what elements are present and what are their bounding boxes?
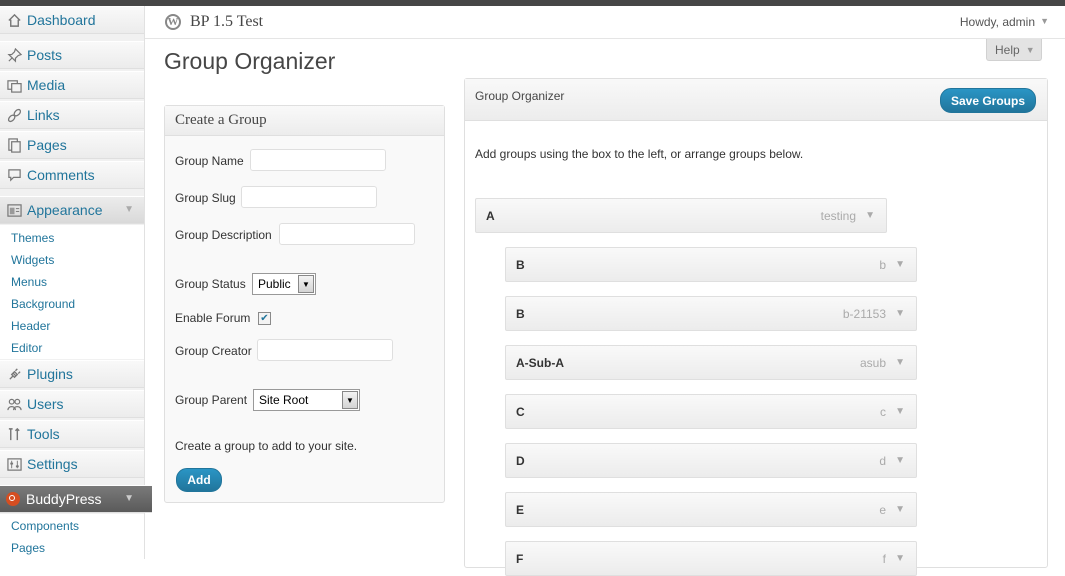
group-parent-value: Site Root	[259, 393, 309, 407]
add-group-button[interactable]: Add	[176, 468, 222, 492]
group-slug-input[interactable]	[241, 186, 377, 208]
group-name: B	[516, 306, 525, 321]
submenu-item-editor[interactable]: Editor	[0, 337, 144, 359]
group-slug: b-21153	[842, 306, 886, 321]
sidebar-item-appearance[interactable]: Appearance ▼	[0, 196, 144, 224]
submenu-item-widgets[interactable]: Widgets	[0, 249, 144, 271]
submenu-item-pages[interactable]: Pages	[0, 537, 144, 559]
dropdown-arrow-icon[interactable]: ▼	[298, 275, 314, 293]
pin-icon	[6, 47, 22, 63]
submenu-item-background[interactable]: Background	[0, 293, 144, 315]
user-menu-arrow-icon[interactable]: ▼	[1040, 16, 1049, 26]
group-row-e[interactable]: E e ▼	[505, 492, 917, 527]
group-name-label: Group Name	[175, 154, 244, 168]
enable-forum-checkbox[interactable]: ✔	[258, 312, 271, 325]
sidebar-item-links[interactable]: Links	[0, 101, 144, 129]
group-row-b-21153[interactable]: B b-21153 ▼	[505, 296, 917, 331]
wordpress-logo-icon: W	[165, 14, 181, 30]
group-parent-select[interactable]: Site Root ▼	[253, 389, 360, 411]
users-icon	[6, 396, 22, 412]
organizer-header: Group Organizer Save Groups	[465, 79, 1047, 121]
sidebar-item-settings[interactable]: Settings	[0, 450, 144, 478]
expand-arrow-icon[interactable]: ▼	[895, 504, 905, 515]
group-parent-label: Group Parent	[175, 393, 248, 407]
settings-icon	[6, 456, 22, 472]
sidebar-item-tools[interactable]: Tools	[0, 420, 144, 448]
expand-arrow-icon[interactable]: ▼	[895, 455, 905, 466]
group-row-b[interactable]: B b ▼	[505, 247, 917, 282]
group-row-c[interactable]: C c ▼	[505, 394, 917, 429]
dashboard-icon	[6, 12, 22, 28]
group-name-input[interactable]	[250, 149, 386, 171]
group-description-label: Group Description	[175, 228, 272, 242]
site-title[interactable]: BP 1.5 Test	[190, 13, 263, 31]
create-group-hint: Create a group to add to your site.	[175, 439, 358, 453]
appearance-icon	[6, 202, 22, 218]
sidebar-item-dashboard[interactable]: Dashboard	[0, 6, 144, 34]
submenu-item-themes[interactable]: Themes	[0, 227, 144, 249]
expand-arrow-icon[interactable]: ▼	[895, 259, 905, 270]
group-name: B	[516, 257, 525, 272]
tools-icon	[6, 426, 22, 442]
expand-arrow-icon[interactable]: ▼	[895, 308, 905, 319]
group-description-input[interactable]	[279, 223, 415, 245]
expand-arrow-icon[interactable]: ▼	[895, 406, 905, 417]
sidebar-item-media[interactable]: Media	[0, 71, 144, 99]
group-slug: c	[880, 404, 886, 419]
sidebar-item-pages[interactable]: Pages	[0, 131, 144, 159]
group-creator-input[interactable]	[257, 339, 393, 361]
group-organizer-panel: Group Organizer Save Groups Add groups u…	[464, 78, 1048, 576]
admin-sidebar: Dashboard Posts Media Links Pages Commen…	[0, 6, 152, 559]
submenu-item-menus[interactable]: Menus	[0, 271, 144, 293]
group-name: D	[516, 453, 525, 468]
group-slug: b	[879, 257, 886, 272]
collapse-arrow-icon[interactable]: ▼	[124, 493, 134, 504]
organizer-heading: Group Organizer	[475, 89, 565, 103]
collapse-arrow-icon[interactable]: ▼	[124, 204, 134, 215]
submenu-item-header[interactable]: Header	[0, 315, 144, 337]
sidebar-item-comments[interactable]: Comments	[0, 161, 144, 189]
submenu-item-components[interactable]: Components	[0, 515, 144, 537]
user-greeting[interactable]: Howdy, admin	[960, 15, 1035, 29]
group-name: C	[516, 404, 525, 419]
help-arrow-icon: ▼	[1025, 44, 1035, 55]
admin-header: W BP 1.5 Test Howdy, admin ▼	[145, 6, 1065, 39]
create-group-heading: Create a Group	[165, 106, 444, 136]
organizer-description: Add groups using the box to the left, or…	[475, 147, 804, 161]
plugin-icon	[6, 366, 22, 382]
buddypress-icon	[6, 492, 20, 506]
comment-icon	[6, 167, 22, 183]
group-name: E	[516, 502, 525, 517]
create-group-panel: Create a Group Group Name Group Slug Gro…	[164, 105, 445, 503]
group-slug: testing	[820, 208, 856, 223]
group-status-value: Public	[258, 277, 291, 291]
group-row-d[interactable]: D d ▼	[505, 443, 917, 478]
group-status-label: Group Status	[175, 277, 246, 291]
group-status-select[interactable]: Public ▼	[252, 273, 316, 295]
group-creator-label: Group Creator	[175, 344, 252, 358]
group-slug: d	[879, 453, 886, 468]
group-slug-label: Group Slug	[175, 191, 236, 205]
group-row-a-sub-a[interactable]: A-Sub-A asub ▼	[505, 345, 917, 380]
group-slug: e	[879, 502, 886, 517]
group-name: A	[486, 208, 495, 223]
sidebar-item-posts[interactable]: Posts	[0, 41, 144, 69]
media-icon	[6, 77, 22, 93]
save-groups-button[interactable]: Save Groups	[940, 88, 1036, 113]
dropdown-arrow-icon[interactable]: ▼	[342, 391, 358, 409]
expand-arrow-icon[interactable]: ▼	[865, 210, 875, 221]
help-tab[interactable]: Help ▼	[986, 39, 1042, 61]
group-slug: asub	[859, 355, 886, 370]
sidebar-item-users[interactable]: Users	[0, 390, 144, 418]
group-row-a[interactable]: A testing ▼	[475, 198, 887, 233]
link-icon	[6, 107, 22, 123]
page-title: Group Organizer	[164, 48, 336, 74]
expand-arrow-icon[interactable]: ▼	[895, 357, 905, 368]
enable-forum-label: Enable Forum	[175, 311, 251, 325]
group-name: A-Sub-A	[516, 355, 564, 370]
help-label: Help	[995, 42, 1020, 57]
pages-icon	[6, 137, 22, 153]
sidebar-item-plugins[interactable]: Plugins	[0, 360, 144, 388]
sidebar-item-buddypress[interactable]: BuddyPress ▼	[0, 485, 152, 513]
